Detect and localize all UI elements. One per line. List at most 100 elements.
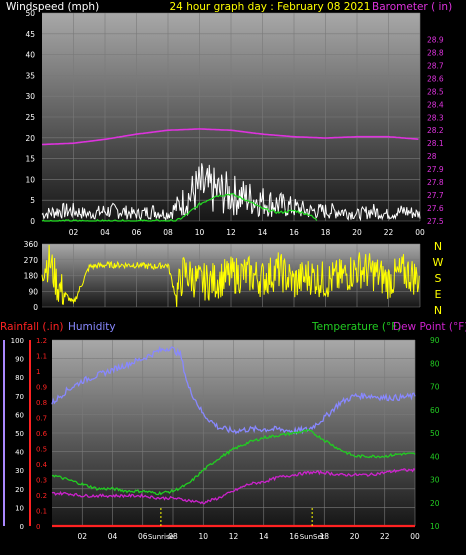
wind-tick-label: 10 — [25, 175, 35, 184]
x-tick-label: 22 — [384, 228, 394, 237]
x-tick-label: 12 — [229, 532, 239, 541]
rain-tick-label: 0.3 — [36, 477, 47, 485]
x-tick-label: 16 — [289, 228, 299, 237]
x-tick-label: 00 — [415, 228, 425, 237]
wind-tick-label: 40 — [25, 51, 35, 60]
x-tick-label: 04 — [108, 532, 118, 541]
wind-barometer-panel: 0 5 10 15 20 25 30 35 40 45 50 27.5 27.6 27.7 27.8 27.… — [25, 9, 443, 237]
x-tick-label: 10 — [198, 532, 208, 541]
humidity-tick-label: 60 — [15, 411, 24, 419]
compass-s: S — [435, 272, 442, 285]
temperature-tick-label: 20 — [430, 499, 440, 508]
x-tick-label: 20 — [352, 228, 362, 237]
x-tick-label: 22 — [380, 532, 390, 541]
x-tick-label: 14 — [259, 532, 269, 541]
barometer-tick-label: 28.9 — [427, 35, 444, 44]
wind-tick-label: 0 — [30, 217, 35, 226]
humidity-tick-label: 70 — [15, 393, 24, 401]
wind-tick-label: 20 — [25, 134, 35, 143]
compass-n-bottom: N — [434, 304, 442, 317]
barometer-tick-label: 28.8 — [427, 48, 444, 57]
barometer-tick-label: 28.7 — [427, 61, 444, 70]
barometer-tick-label: 28.6 — [427, 74, 444, 83]
rain-tick-label: 1.1 — [36, 353, 47, 361]
rain-tick-label: 0.2 — [36, 492, 47, 500]
wind-tick-label: 50 — [25, 9, 35, 18]
wind-tick-label: 35 — [25, 71, 35, 80]
x-tick-label: 06 — [138, 532, 148, 541]
humidity-tick-label: 40 — [15, 449, 24, 457]
x-tick-label: 08 — [163, 228, 173, 237]
x-tick-label: 06 — [132, 228, 142, 237]
rain-tick-label: 0.6 — [36, 430, 48, 438]
rain-tick-label: 0.7 — [36, 415, 47, 423]
temperature-tick-label: 90 — [430, 336, 440, 345]
temperature-panel: 0102030405060708090100 00.10.20.30.40.50… — [3, 336, 440, 541]
direction-tick-label: 0 — [33, 303, 38, 312]
compass-n-top: N — [434, 240, 442, 253]
compass-e: E — [435, 288, 442, 301]
temperature-tick-label: 80 — [430, 359, 440, 368]
humidity-tick-label: 80 — [15, 374, 24, 382]
graph-date-title: 24 hour graph day : February 08 2021 — [170, 1, 371, 13]
x-tick-label: 14 — [258, 228, 268, 237]
temperature-y-ticks: 10 20 30 40 50 60 70 80 90 — [430, 336, 440, 531]
humidity-tick-label: 20 — [15, 486, 24, 494]
wind-tick-label: 25 — [25, 113, 35, 122]
barometer-tick-label: 27.7 — [427, 191, 444, 200]
weather-graph: Windspeed (mph) 24 hour graph day : Febr… — [0, 0, 466, 555]
rain-tick-label: 0.4 — [36, 461, 48, 469]
temperature-title: Temperature (°F) — [311, 321, 401, 333]
rain-tick-label: 0.1 — [36, 508, 47, 516]
temperature-tick-label: 30 — [430, 476, 440, 485]
x-tick-label: 02 — [77, 532, 87, 541]
humidity-tick-label: 30 — [15, 467, 24, 475]
humidity-tick-label: 0 — [20, 523, 24, 531]
barometer-title: Barometer ( in) — [372, 1, 452, 13]
rain-tick-label: 1.2 — [36, 337, 47, 345]
direction-tick-label: 360 — [24, 240, 39, 249]
direction-tick-label: 180 — [24, 272, 39, 281]
barometer-tick-label: 28.1 — [427, 139, 444, 148]
rain-tick-label: 0.5 — [36, 446, 47, 454]
sunrise-label: Sunrise — [148, 533, 174, 541]
wind-tick-label: 15 — [25, 155, 35, 164]
rain-tick-label: 0 — [36, 523, 40, 531]
direction-tick-label: 270 — [24, 256, 39, 265]
rainfall-title: Rainfall (.in) — [0, 321, 63, 333]
rain-tick-label: 1 — [36, 368, 40, 376]
temperature-tick-label: 60 — [430, 406, 440, 415]
temperature-tick-label: 10 — [430, 522, 440, 531]
sunset-label: SunSet — [300, 533, 325, 541]
dewpoint-title: Dew Point (°F) — [393, 321, 466, 333]
windspeed-title: Windspeed (mph) — [6, 1, 99, 13]
barometer-tick-label: 28.5 — [427, 87, 444, 96]
x-tick-label: 20 — [350, 532, 360, 541]
barometer-tick-label: 28.2 — [427, 126, 444, 135]
humidity-tick-label: 100 — [11, 337, 24, 345]
wind-tick-label: 30 — [25, 92, 35, 101]
barometer-tick-label: 28.3 — [427, 113, 444, 122]
humidity-tick-label: 50 — [15, 430, 24, 438]
temperature-tick-label: 50 — [430, 429, 440, 438]
temperature-tick-label: 70 — [430, 383, 440, 392]
barometer-tick-label: 28.4 — [427, 100, 444, 109]
rain-tick-label: 0.8 — [36, 399, 47, 407]
humidity-title: Humidity — [68, 321, 116, 333]
x-tick-label: 18 — [321, 228, 331, 237]
barometer-tick-label: 28 — [427, 152, 437, 161]
temperature-tick-label: 40 — [430, 452, 440, 461]
barometer-tick-label: 27.5 — [427, 217, 444, 226]
x-tick-label: 04 — [100, 228, 110, 237]
barometer-tick-label: 27.8 — [427, 178, 444, 187]
rain-tick-label: 0.9 — [36, 384, 47, 392]
x-tick-label: 00 — [410, 532, 420, 541]
x-tick-label: 10 — [195, 228, 205, 237]
wind-tick-label: 45 — [25, 30, 35, 39]
wind-tick-label: 5 — [30, 196, 35, 205]
barometer-tick-label: 27.9 — [427, 165, 444, 174]
direction-tick-label: 90 — [28, 287, 38, 296]
compass-w: W — [433, 256, 444, 269]
barometer-tick-label: 27.6 — [427, 204, 444, 213]
humidity-tick-label: 90 — [15, 356, 24, 364]
